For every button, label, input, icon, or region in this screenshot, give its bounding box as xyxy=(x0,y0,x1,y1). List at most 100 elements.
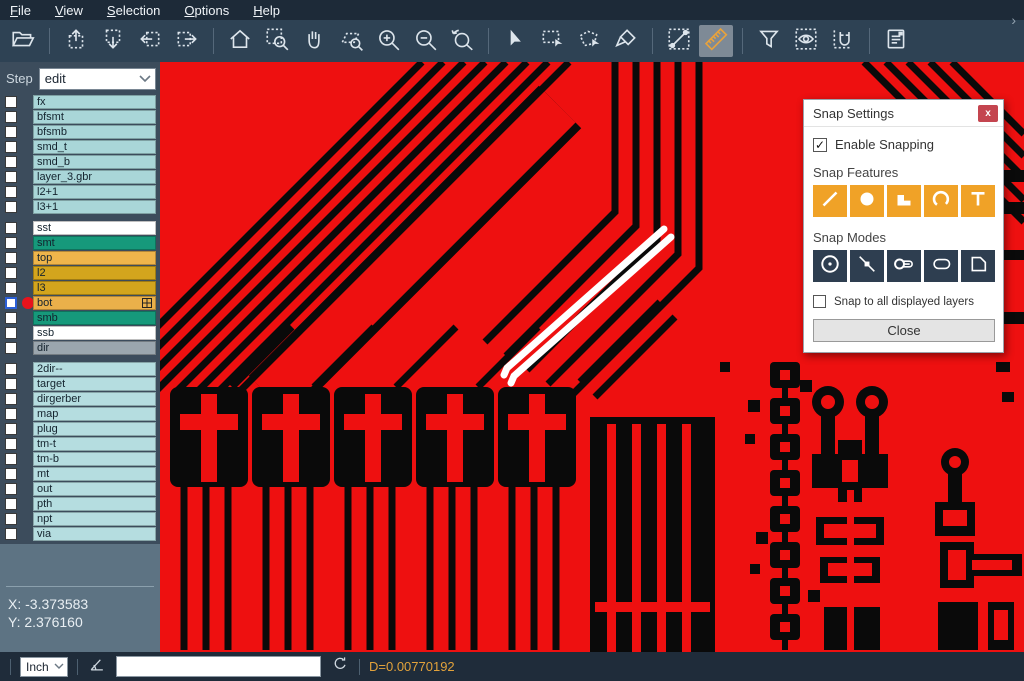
layer-name-chip[interactable]: dir xyxy=(33,341,156,355)
snap-pad-circle-button[interactable] xyxy=(850,185,884,217)
layer-checkbox[interactable] xyxy=(5,237,17,249)
select-polygon-button[interactable] xyxy=(572,25,606,57)
command-input[interactable] xyxy=(116,656,321,677)
zoom-previous-button[interactable] xyxy=(445,25,479,57)
layer-checkbox[interactable] xyxy=(5,393,17,405)
layer-checkbox[interactable] xyxy=(5,171,17,183)
report-button[interactable] xyxy=(879,25,913,57)
toolbar-overflow-chevron[interactable]: › xyxy=(1011,12,1016,28)
measure-points-button[interactable] xyxy=(662,25,696,57)
layer-name-chip[interactable]: l3+1 xyxy=(33,200,156,214)
layer-checkbox[interactable] xyxy=(5,312,17,324)
pan-hand-button[interactable] xyxy=(297,25,331,57)
layer-name-chip[interactable]: l2 xyxy=(33,266,156,280)
layer-checkbox[interactable] xyxy=(5,378,17,390)
menu-options[interactable]: Options xyxy=(184,3,229,18)
layer-checkbox[interactable] xyxy=(5,468,17,480)
layer-checkbox[interactable] xyxy=(5,141,17,153)
layer-checkbox[interactable] xyxy=(5,423,17,435)
snap-center-button[interactable] xyxy=(813,250,847,282)
select-rectangle-button[interactable] xyxy=(535,25,569,57)
layer-name-chip[interactable]: smb xyxy=(33,311,156,325)
layer-name-chip[interactable]: top xyxy=(33,251,156,265)
menu-help[interactable]: Help xyxy=(253,3,280,18)
measure-ruler-button[interactable] xyxy=(699,25,733,57)
layer-name-chip[interactable]: out xyxy=(33,482,156,496)
layer-name-chip[interactable]: npt xyxy=(33,512,156,526)
snap-pad-corner-button[interactable] xyxy=(887,185,921,217)
layer-checkbox[interactable] xyxy=(5,438,17,450)
snap-arc-button[interactable] xyxy=(924,185,958,217)
layer-name-chip[interactable]: 2dir-- xyxy=(33,362,156,376)
layer-checkbox[interactable] xyxy=(5,156,17,168)
layer-name-chip[interactable]: ssb xyxy=(33,326,156,340)
layer-name-chip[interactable]: l2+1 xyxy=(33,185,156,199)
snap-line-button[interactable] xyxy=(813,185,847,217)
snap-text-button[interactable] xyxy=(961,185,995,217)
home-view-button[interactable] xyxy=(223,25,257,57)
clear-highlight-button[interactable] xyxy=(609,25,643,57)
layer-name-chip[interactable]: via xyxy=(33,527,156,541)
layer-name-chip[interactable]: bfsmb xyxy=(33,125,156,139)
step-select[interactable]: edit xyxy=(39,68,156,90)
layer-name-chip[interactable]: bfsmt xyxy=(33,110,156,124)
units-select[interactable]: Inch xyxy=(20,657,68,677)
layer-checkbox[interactable] xyxy=(5,342,17,354)
layer-checkbox[interactable] xyxy=(5,267,17,279)
snap-polygon-button[interactable] xyxy=(961,250,995,282)
layer-checkbox[interactable] xyxy=(5,408,17,420)
snap-line-point-button[interactable] xyxy=(850,250,884,282)
snap-settings-button[interactable] xyxy=(826,25,860,57)
select-pointer-button[interactable] xyxy=(498,25,532,57)
menu-selection[interactable]: Selection xyxy=(107,3,160,18)
pan-down-button[interactable] xyxy=(96,25,130,57)
layer-checkbox[interactable] xyxy=(5,201,17,213)
zoom-out-button[interactable] xyxy=(408,25,442,57)
angle-tool-icon[interactable] xyxy=(87,654,107,679)
snap-all-layers-checkbox[interactable] xyxy=(813,295,826,308)
menu-file[interactable]: File xyxy=(10,3,31,18)
zoom-in-button[interactable] xyxy=(371,25,405,57)
layer-name-chip[interactable]: sst xyxy=(33,221,156,235)
layer-checkbox[interactable] xyxy=(5,483,17,495)
display-options-button[interactable] xyxy=(789,25,823,57)
layer-checkbox[interactable] xyxy=(5,111,17,123)
enable-snapping-checkbox[interactable]: ✓ xyxy=(813,138,827,152)
dialog-close-button[interactable]: x xyxy=(978,105,998,122)
layer-checkbox[interactable] xyxy=(5,96,17,108)
layer-name-chip[interactable]: smd_b xyxy=(33,155,156,169)
layer-checkbox[interactable] xyxy=(5,282,17,294)
layer-name-chip[interactable]: dirgerber xyxy=(33,392,156,406)
layer-name-chip[interactable]: tm-b xyxy=(33,452,156,466)
snap-slot-outline-button[interactable] xyxy=(924,250,958,282)
filter-button[interactable] xyxy=(752,25,786,57)
layer-checkbox[interactable] xyxy=(5,222,17,234)
layer-checkbox[interactable] xyxy=(5,513,17,525)
layer-name-chip[interactable]: layer_3.gbr xyxy=(33,170,156,184)
layer-name-chip[interactable]: fx xyxy=(33,95,156,109)
layer-checkbox[interactable] xyxy=(5,528,17,540)
layer-name-chip[interactable]: tm-t xyxy=(33,437,156,451)
layer-checkbox[interactable] xyxy=(5,297,17,309)
layer-checkbox[interactable] xyxy=(5,498,17,510)
layer-name-chip[interactable]: map xyxy=(33,407,156,421)
dialog-title-bar[interactable]: Snap Settings x xyxy=(804,100,1003,127)
layer-checkbox[interactable] xyxy=(5,327,17,339)
close-button[interactable]: Close xyxy=(813,319,995,342)
zoom-area-button[interactable] xyxy=(334,25,368,57)
pan-right-button[interactable] xyxy=(170,25,204,57)
refresh-icon[interactable] xyxy=(330,654,350,679)
layer-name-chip[interactable]: smt xyxy=(33,236,156,250)
layer-name-chip[interactable]: mt xyxy=(33,467,156,481)
layer-checkbox[interactable] xyxy=(5,126,17,138)
layer-name-chip[interactable]: smd_t xyxy=(33,140,156,154)
pan-left-button[interactable] xyxy=(133,25,167,57)
layer-name-chip[interactable]: target xyxy=(33,377,156,391)
menu-view[interactable]: View xyxy=(55,3,83,18)
zoom-window-button[interactable] xyxy=(260,25,294,57)
layer-name-chip[interactable]: pth xyxy=(33,497,156,511)
layer-name-chip[interactable]: l3 xyxy=(33,281,156,295)
open-file-button[interactable] xyxy=(6,25,40,57)
layer-checkbox[interactable] xyxy=(5,363,17,375)
layer-checkbox[interactable] xyxy=(5,252,17,264)
